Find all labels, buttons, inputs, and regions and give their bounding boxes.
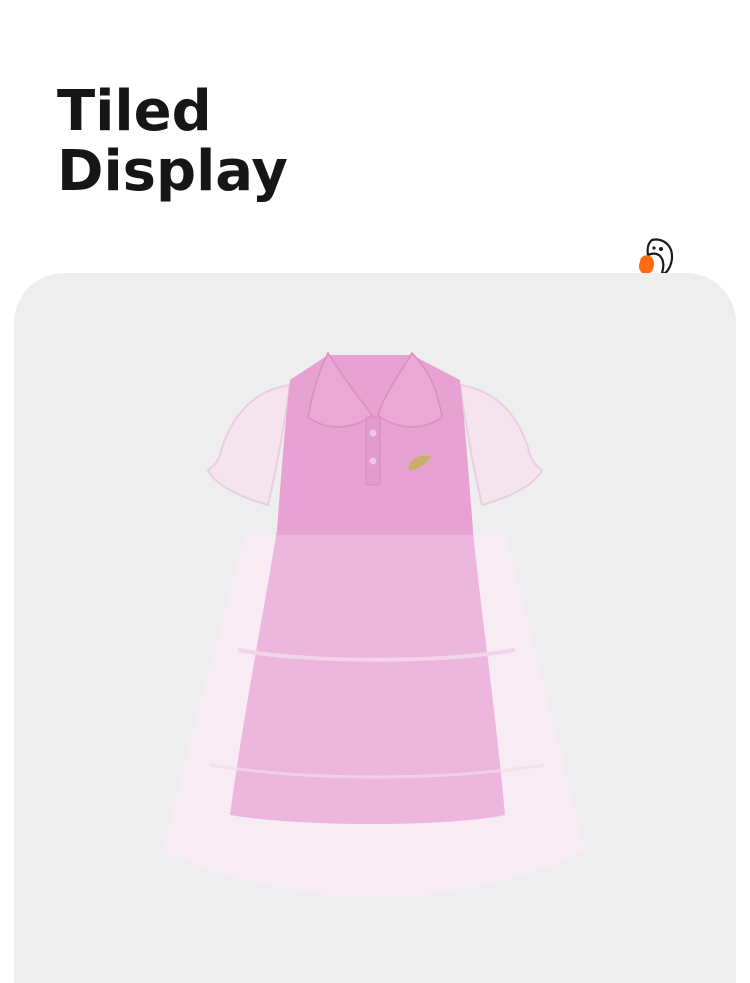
dress-image <box>150 345 600 905</box>
section-title: Tiled Display <box>57 82 288 202</box>
section-title-line-2: Display <box>57 139 288 204</box>
section-title-line-1: Tiled <box>57 79 212 144</box>
